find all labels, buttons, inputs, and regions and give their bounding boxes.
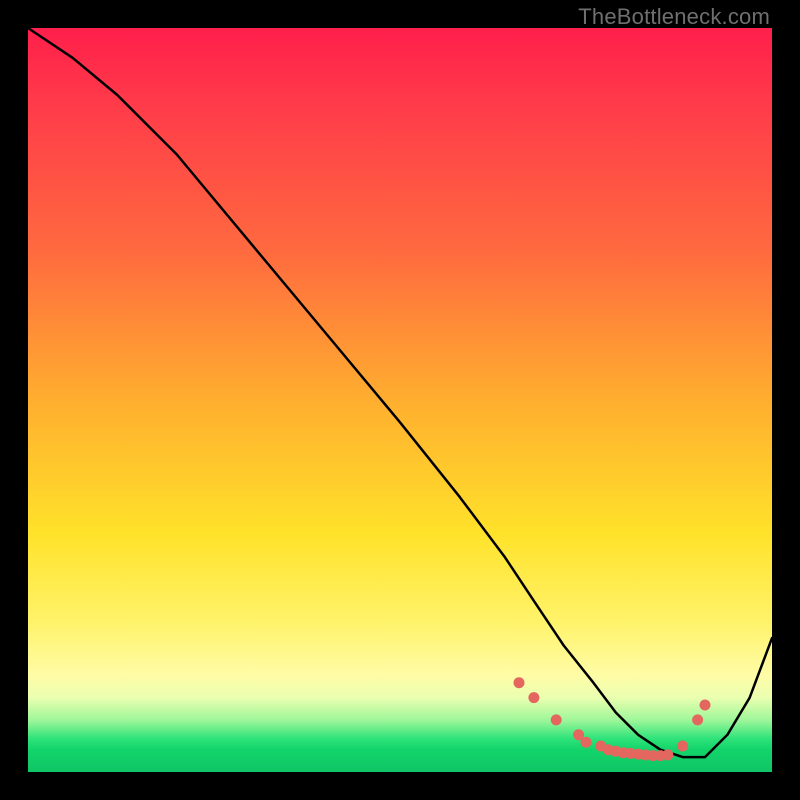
watermark-text: TheBottleneck.com xyxy=(578,4,770,30)
marker-dot xyxy=(677,741,688,752)
chart-svg xyxy=(28,28,772,772)
marker-dot xyxy=(692,714,703,725)
marker-dot xyxy=(662,749,673,760)
marker-dot xyxy=(514,677,525,688)
marker-dot xyxy=(581,737,592,748)
marker-dots-group xyxy=(514,677,711,761)
marker-dot xyxy=(551,714,562,725)
marker-dot xyxy=(528,692,539,703)
chart-area xyxy=(28,28,772,772)
bottleneck-curve-path xyxy=(28,28,772,757)
marker-dot xyxy=(700,700,711,711)
